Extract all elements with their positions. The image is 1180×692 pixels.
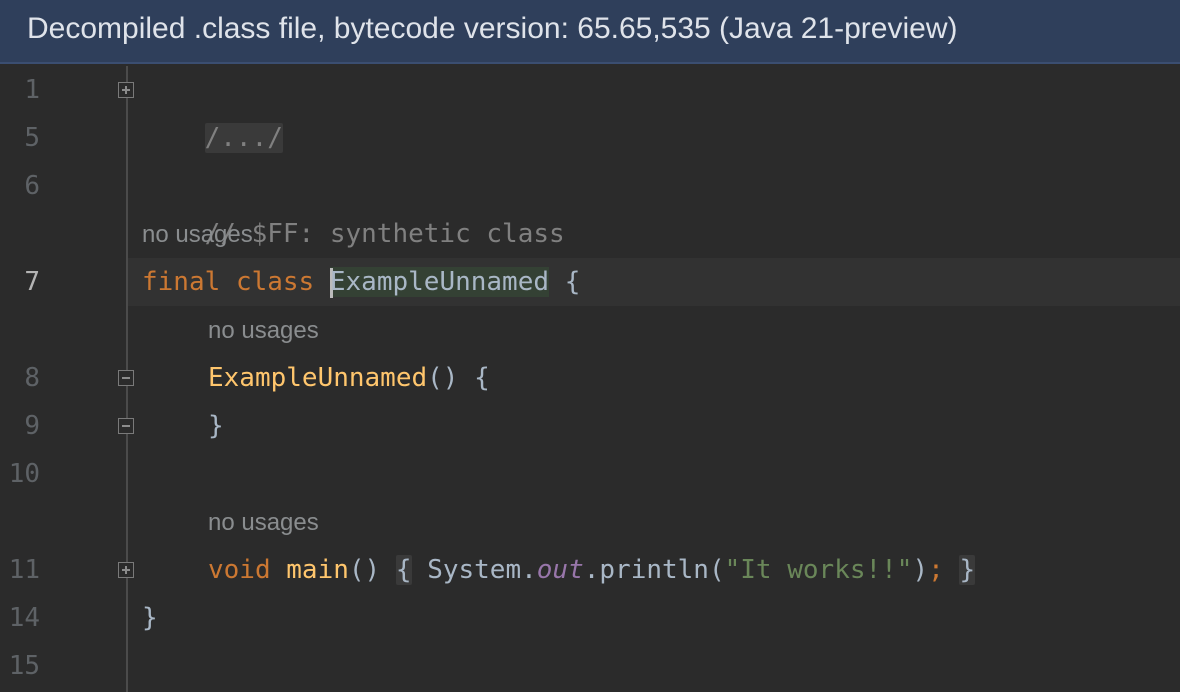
code-line-14[interactable]: } — [142, 594, 158, 642]
class-name[interactable]: ExampleUnnamed — [329, 267, 550, 298]
synthetic-comment: // $FF: synthetic class — [204, 219, 565, 249]
params: () — [348, 555, 381, 585]
code-line-8[interactable]: ExampleUnnamed() { — [208, 354, 490, 402]
line-number: 15 — [8, 651, 40, 681]
usages-hint[interactable]: no usages — [208, 307, 319, 355]
folded-brace-close[interactable]: } — [959, 555, 976, 585]
line-number: 10 — [8, 459, 40, 489]
keyword-final: final — [142, 267, 221, 297]
brace: } — [142, 603, 158, 633]
folded-brace-open[interactable]: { — [395, 555, 412, 585]
line-number: 8 — [24, 363, 40, 393]
folded-imports[interactable]: /.../ — [204, 123, 283, 153]
class-name-text: ExampleUnnamed — [329, 267, 550, 297]
usages-hint[interactable]: no usages — [208, 499, 319, 547]
brace: { — [474, 363, 490, 393]
line-number: 9 — [24, 411, 40, 441]
code-line-11[interactable]: void main() { System.out.println("It wor… — [208, 546, 976, 594]
expand-fold-icon[interactable] — [118, 562, 134, 578]
brace: } — [208, 411, 224, 441]
method-name[interactable]: main — [286, 555, 349, 585]
line-number: 1 — [24, 75, 40, 105]
receiver: System. — [427, 555, 537, 585]
keyword-void: void — [208, 555, 271, 585]
fold-end-icon[interactable] — [118, 418, 134, 434]
line-number: 6 — [24, 171, 40, 201]
code-line-7[interactable]: final class ExampleUnnamed { — [142, 258, 580, 306]
usages-hint[interactable]: no usages — [142, 211, 253, 259]
line-number: 5 — [24, 123, 40, 153]
params: () — [427, 363, 459, 393]
line-number-current: 7 — [24, 267, 40, 297]
keyword-class: class — [235, 267, 315, 297]
line-number: 14 — [8, 603, 40, 633]
constructor-name[interactable]: ExampleUnnamed — [208, 363, 427, 393]
brace: { — [564, 267, 581, 297]
call-close: ) — [912, 555, 929, 585]
banner-text: Decompiled .class file, bytecode version… — [27, 12, 958, 45]
string-literal: "It works!!" — [724, 555, 913, 585]
code-line-9[interactable]: } — [208, 402, 224, 450]
method-call: .println( — [583, 555, 725, 585]
semicolon: ; — [928, 555, 944, 585]
static-field: out — [536, 555, 584, 585]
line-number: 11 — [8, 555, 40, 585]
collapse-fold-icon[interactable] — [118, 370, 134, 386]
decompiled-banner: Decompiled .class file, bytecode version… — [0, 0, 1180, 64]
code-editor[interactable]: 1 5 6 7 8 9 10 11 14 15 /.../ // $FF: sy… — [0, 66, 1180, 692]
expand-fold-icon[interactable] — [118, 82, 134, 98]
